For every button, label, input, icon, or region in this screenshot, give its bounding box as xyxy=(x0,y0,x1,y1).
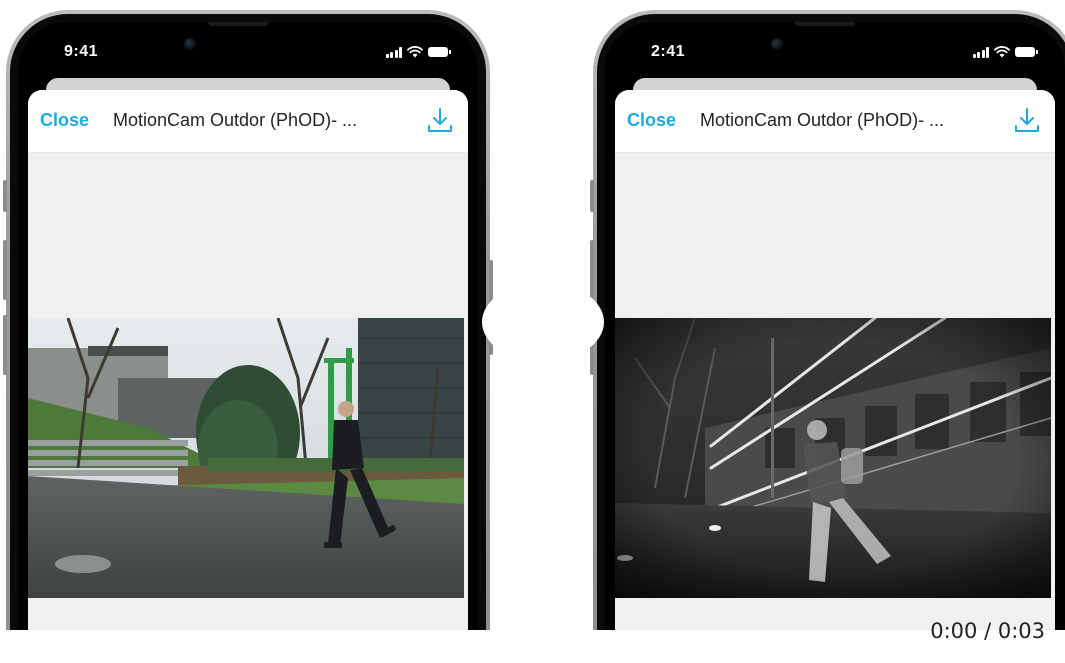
battery-icon xyxy=(428,47,451,57)
phone-divider xyxy=(482,282,604,362)
signal-icon xyxy=(385,46,402,58)
speaker-grille xyxy=(795,22,855,26)
status-icons xyxy=(972,46,1038,58)
sheet-title: MotionCam Outdor (PhOD)- ... xyxy=(700,110,945,130)
volume-down-button xyxy=(3,315,7,375)
video-frame[interactable] xyxy=(28,318,468,630)
mute-switch xyxy=(3,180,7,212)
wifi-icon xyxy=(407,46,423,58)
download-button[interactable] xyxy=(426,106,454,134)
battery-icon xyxy=(1015,47,1038,57)
sheet-header: Close MotionCam Outdor (PhOD)- ... xyxy=(615,90,1055,153)
signal-icon xyxy=(972,46,989,58)
sheet-header: Close MotionCam Outdor (PhOD)- ... xyxy=(28,90,468,153)
video-sheet: Close MotionCam Outdor (PhOD)- ... xyxy=(615,90,1055,630)
close-button[interactable]: Close xyxy=(627,110,676,131)
night-video-image xyxy=(615,318,1051,598)
status-icons xyxy=(385,46,451,58)
phone-night: 2:41 Close MotionCam Outdor (PhOD)- ... xyxy=(590,10,1065,630)
comparison-canvas: 9:41 Close MotionCam Outdor (PhOD)- ... … xyxy=(0,0,1065,663)
download-icon xyxy=(1015,108,1039,132)
phone-screen: 2:41 Close MotionCam Outdor (PhOD)- ... xyxy=(605,22,1065,630)
video-frame[interactable] xyxy=(615,318,1055,630)
status-bar: 9:41 xyxy=(18,22,478,78)
phone-day: 9:41 Close MotionCam Outdor (PhOD)- ... xyxy=(3,10,493,630)
status-bar: 2:41 xyxy=(605,22,1065,78)
video-timecode: 0:00 / 0:03 xyxy=(930,619,1045,643)
volume-up-button xyxy=(3,240,7,300)
mute-switch xyxy=(590,180,594,212)
video-sheet: Close MotionCam Outdor (PhOD)- ... xyxy=(28,90,468,630)
phone-screen: 9:41 Close MotionCam Outdor (PhOD)- ... xyxy=(18,22,478,630)
status-time: 9:41 xyxy=(64,43,99,60)
wifi-icon xyxy=(994,46,1010,58)
front-camera xyxy=(184,38,196,50)
download-icon xyxy=(428,108,452,132)
download-button[interactable] xyxy=(1013,106,1041,134)
volume-up-button xyxy=(590,240,594,300)
day-video-image xyxy=(28,318,464,598)
close-button[interactable]: Close xyxy=(40,110,89,131)
sheet-title: MotionCam Outdor (PhOD)- ... xyxy=(113,110,358,130)
speaker-grille xyxy=(208,22,268,26)
front-camera xyxy=(771,38,783,50)
status-time: 2:41 xyxy=(651,43,686,60)
